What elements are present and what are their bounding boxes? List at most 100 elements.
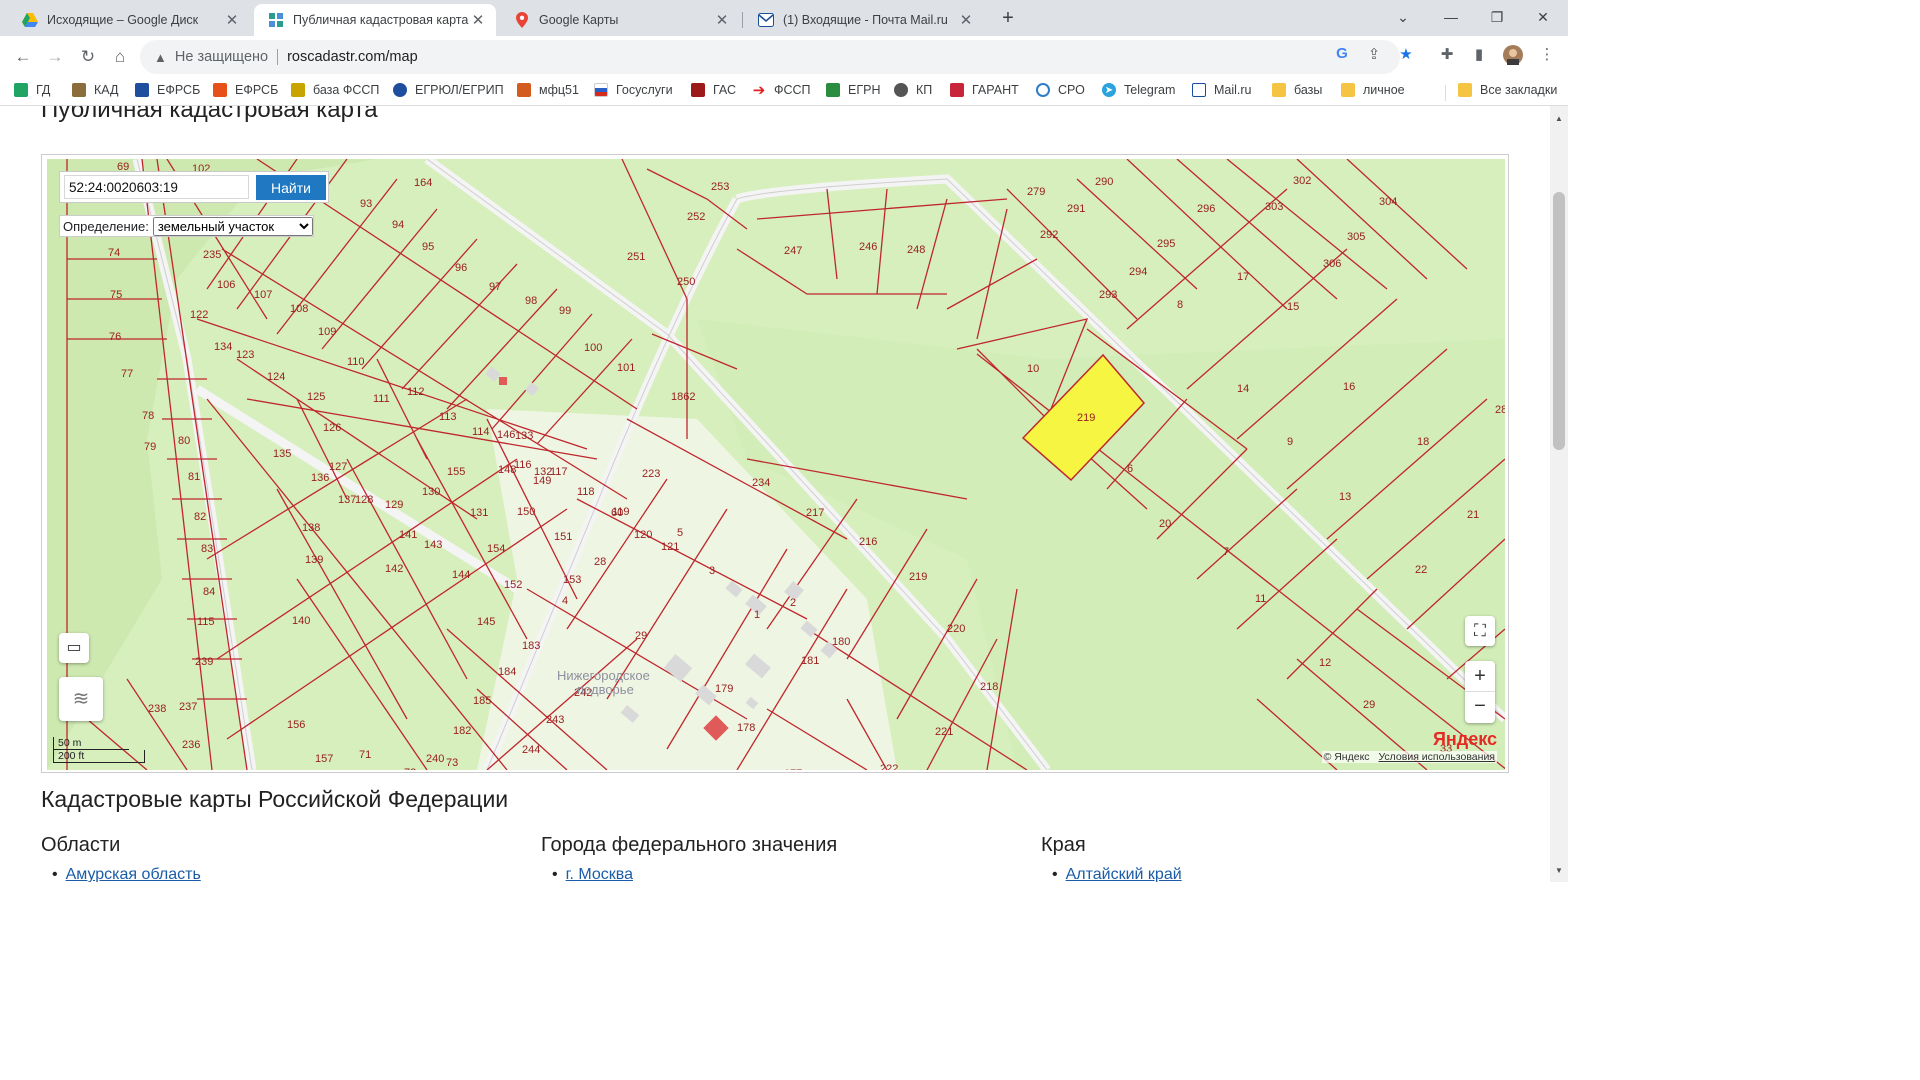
bookmark-mfc51[interactable]: мфц51 (517, 83, 579, 97)
parcel-number: 7 (1223, 546, 1229, 558)
parcel-number: 5 (677, 527, 683, 539)
parcel-number: 17 (1237, 271, 1249, 283)
fullscreen-icon[interactable]: ⛶ (1465, 616, 1495, 646)
cadastral-map[interactable]: 69 102 164 253 252 251 250 279 290 291 292 302 303 30… (47, 159, 1505, 770)
efrsb-icon (213, 83, 227, 97)
minimize-button[interactable]: — (1428, 4, 1474, 30)
link-moscow[interactable]: г. Москва (566, 866, 633, 882)
sro-icon (1036, 83, 1050, 97)
forward-button[interactable]: → (42, 44, 68, 70)
parcel-number: 179 (715, 683, 733, 695)
bookmark-gd[interactable]: ГД (14, 83, 50, 97)
tab-google-drive[interactable]: Исходящие – Google Диск ✕ (8, 4, 250, 36)
close-icon[interactable]: ✕ (224, 11, 240, 29)
profile-avatar[interactable] (1502, 45, 1524, 69)
zoom-in-button[interactable]: + (1465, 661, 1495, 692)
mail-icon (1192, 83, 1206, 97)
bookmark-egrul[interactable]: ЕГРЮЛ/ЕГРИП (393, 83, 504, 97)
parcel-number: 236 (182, 739, 200, 751)
home-button[interactable]: ⌂ (107, 44, 133, 70)
parcel-number: 108 (290, 303, 308, 315)
bookmark-mailru[interactable]: Mail.ru (1192, 83, 1252, 97)
parcel-number: 4 (562, 595, 568, 607)
parcel-number: 140 (292, 615, 310, 627)
bookmark-kad[interactable]: КАД (72, 83, 119, 97)
zoom-control: + − (1465, 661, 1495, 723)
parcel-number: 183 (522, 640, 540, 652)
parcel-number: 83 (201, 543, 213, 555)
bookmark-fssp[interactable]: ➔ ФССП (752, 82, 811, 99)
bookmark-gas[interactable]: ГАС (691, 83, 736, 97)
tab-google-maps[interactable]: Google Карты ✕ (500, 4, 740, 36)
bookmark-star-icon[interactable]: ★ (1395, 45, 1417, 63)
parcel-number: 180 (832, 636, 850, 648)
bookmark-sro[interactable]: СРО (1036, 83, 1085, 97)
close-icon[interactable]: ✕ (714, 11, 730, 29)
parcel-number: 155 (447, 466, 465, 478)
tab-search-chevron-icon[interactable]: ⌄ (1380, 4, 1426, 30)
parcel-number: 116 (514, 459, 532, 471)
extensions-icon[interactable]: ✚ (1436, 45, 1458, 63)
scroll-up-icon[interactable]: ▲ (1554, 114, 1564, 123)
bookmark-folder-bazy[interactable]: базы (1272, 83, 1322, 97)
bookmark-efrsb-1[interactable]: ЕФРСБ (135, 83, 200, 97)
parcel-number: 133 (515, 430, 533, 442)
zoom-out-button[interactable]: − (1465, 692, 1495, 723)
map-canvas[interactable]: 69 102164 253252251250279290291292302303 30… (47, 159, 1505, 770)
link-amur-oblast[interactable]: Амурская область (66, 866, 201, 882)
bookmark-garant[interactable]: ГАРАНТ (950, 83, 1019, 97)
page-scrollbar[interactable]: ▲ ▼ (1550, 106, 1568, 882)
url-text[interactable]: roscadastr.com/map (287, 49, 418, 65)
tab-cadastral-map[interactable]: Публичная кадастровая карта ✕ (254, 4, 496, 36)
parcel-number: 84 (203, 586, 215, 598)
google-lens-icon[interactable]: G (1331, 45, 1353, 62)
link-altai-krai[interactable]: Алтайский край (1066, 866, 1182, 882)
parcel-number: 101 (617, 362, 635, 374)
parcel-number: 234 (752, 477, 770, 489)
window-close-button[interactable]: ✕ (1520, 4, 1566, 30)
share-icon[interactable]: ⇪ (1363, 45, 1385, 63)
cadastral-search: Найти (59, 171, 329, 203)
place-label: подворье (577, 682, 634, 697)
page-content: Публичная кадастровая карта 69 102 164 2… (0, 106, 1550, 882)
parcel-number: 149 (533, 475, 551, 487)
close-icon[interactable]: ✕ (958, 11, 974, 29)
side-panel-icon[interactable]: ▮ (1468, 45, 1490, 63)
reload-button[interactable]: ↻ (75, 44, 101, 70)
scroll-down-icon[interactable]: ▼ (1554, 866, 1564, 875)
parcel-number: 129 (385, 499, 403, 511)
parcel-number: 10 (1027, 363, 1039, 375)
parcel-number: 107 (254, 289, 272, 301)
terms-link[interactable]: Условия использования (1378, 751, 1495, 763)
definition-select[interactable]: земельный участок (152, 216, 313, 236)
address-bar[interactable]: ▲ Не защищено roscadastr.com/map (140, 40, 1400, 74)
security-status[interactable]: Не защищено (175, 49, 268, 65)
back-button[interactable]: ← (10, 44, 36, 70)
layers-icon[interactable]: ≋ (59, 677, 103, 721)
parcel-number: 218 (980, 681, 998, 693)
cadastral-number-input[interactable] (64, 175, 249, 199)
parcel-number: 240 (426, 753, 444, 765)
tab-mail-ru[interactable]: (1) Входящие - Почта Mail.ru ✕ (744, 4, 984, 36)
parcel-number: 135 (273, 448, 291, 460)
new-tab-button[interactable]: + (996, 7, 1020, 31)
bookmark-kp[interactable]: КП (894, 83, 932, 97)
menu-kebab-icon[interactable]: ⋮ (1536, 45, 1558, 63)
bookmark-egrn[interactable]: ЕГРН (826, 83, 880, 97)
bookmark-efrsb-2[interactable]: ЕФРСБ (213, 83, 278, 97)
parcel-number: 221 (935, 726, 953, 738)
bookmark-gosuslugi[interactable]: Госуслуги (594, 83, 673, 97)
parcel-number: 111 (373, 393, 390, 405)
close-icon[interactable]: ✕ (470, 11, 486, 29)
all-bookmarks[interactable]: Все закладки (1458, 83, 1557, 97)
scroll-thumb[interactable] (1553, 192, 1565, 450)
find-button[interactable]: Найти (256, 175, 326, 200)
bookmark-folder-lichnoe[interactable]: личное (1341, 83, 1405, 97)
parcel-number: 216 (859, 536, 877, 548)
bookmark-telegram[interactable]: ➤ Telegram (1102, 83, 1175, 97)
parcel-number: 184 (498, 666, 516, 678)
ruler-icon[interactable]: ▭ (59, 633, 89, 663)
parcel-number: 235 (203, 249, 221, 261)
maximize-button[interactable]: ❐ (1474, 4, 1520, 30)
bookmark-fssp-base[interactable]: база ФССП (291, 83, 379, 97)
